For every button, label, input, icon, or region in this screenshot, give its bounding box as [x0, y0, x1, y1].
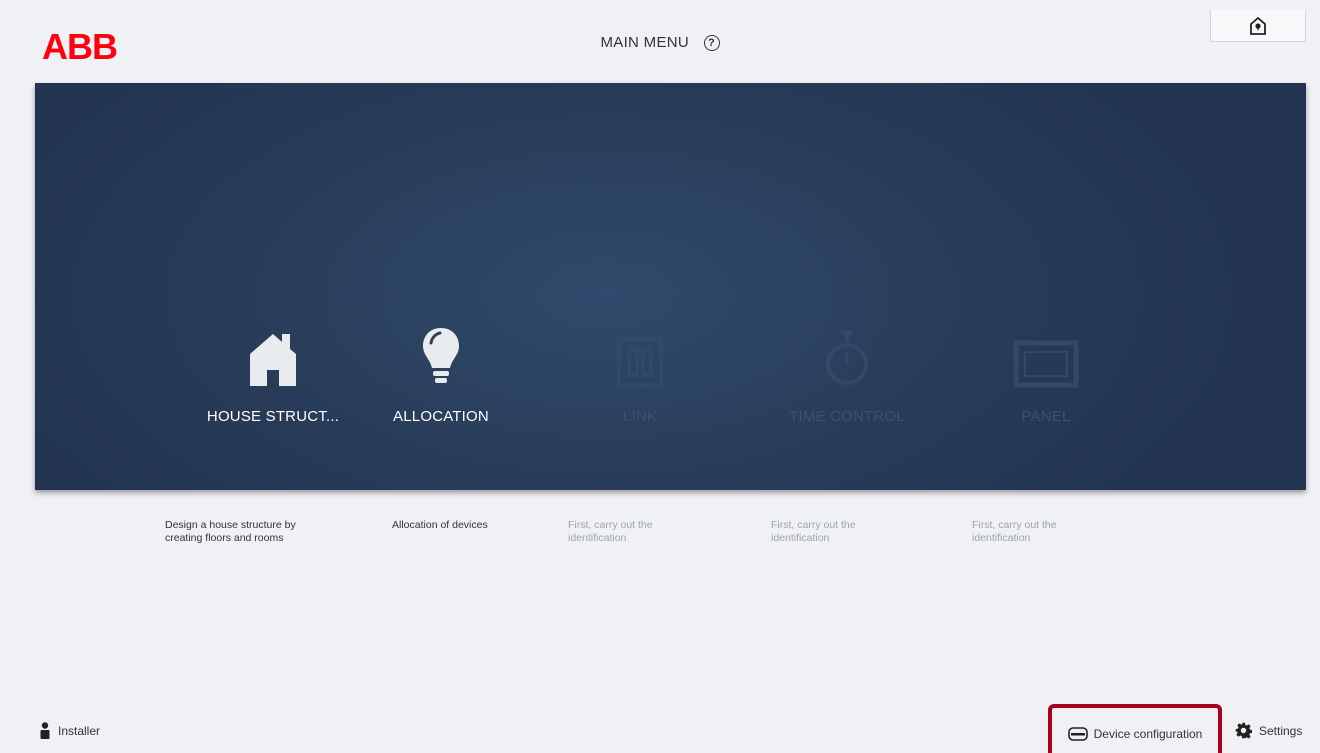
tile-description-house-structure: Design a house structure by creating floo…	[165, 519, 296, 544]
link-icon	[617, 337, 663, 387]
tile-description-panel: First, carry out the identification	[972, 519, 1057, 544]
device-icon	[1067, 726, 1088, 741]
settings-label: Settings	[1259, 723, 1303, 738]
page-title-text: MAIN MENU	[600, 34, 690, 51]
tile-label: ALLOCATION	[393, 408, 489, 425]
tile-label: PANEL	[1021, 408, 1071, 425]
house-icon	[250, 334, 296, 386]
tile-description-time-control: First, carry out the identification	[771, 519, 856, 544]
home-button[interactable]	[1210, 10, 1306, 42]
installer-user[interactable]: Installer	[40, 722, 100, 739]
installer-label: Installer	[58, 723, 101, 738]
gear-icon	[1235, 722, 1252, 739]
page-title: MAIN MENU ?	[0, 34, 1320, 51]
settings-button[interactable]: Settings	[1235, 722, 1302, 739]
user-icon	[40, 722, 50, 739]
tile-panel: PANEL	[946, 308, 1146, 425]
tile-label: TIME CONTROL	[789, 408, 905, 425]
tile-description-allocation: Allocation of devices	[392, 519, 488, 531]
tile-label: LINK	[622, 408, 658, 425]
lightbulb-icon	[423, 328, 459, 383]
device-configuration-label: Device configuration	[1093, 726, 1203, 741]
tile-description-link: First, carry out the identification	[568, 519, 653, 544]
help-icon[interactable]: ?	[703, 35, 720, 51]
device-configuration-button[interactable]: Device configuration	[1048, 704, 1222, 753]
panel-icon	[1013, 340, 1079, 388]
home-icon	[1250, 16, 1266, 35]
main-menu-panel: HOUSE STRUCT... ALLOCATION LINK TIME CON…	[35, 83, 1306, 490]
timer-icon	[826, 330, 868, 385]
tile-link: LINK	[540, 308, 740, 425]
tile-time-control: TIME CONTROL	[747, 308, 947, 425]
tile-allocation[interactable]: ALLOCATION	[341, 308, 541, 425]
